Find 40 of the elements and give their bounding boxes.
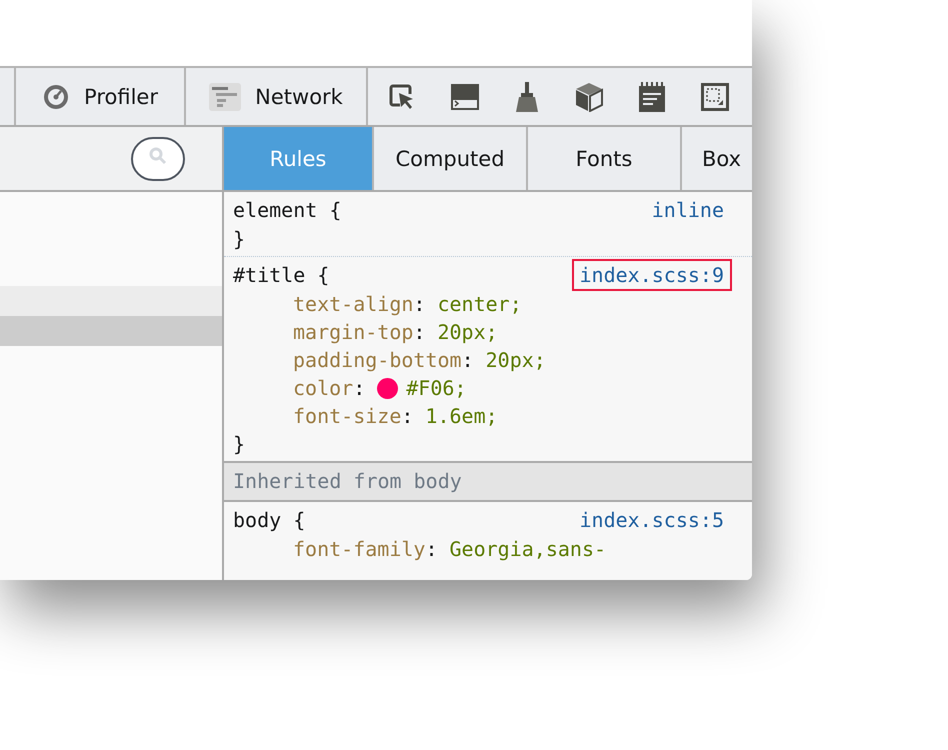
gauge-icon [42,82,70,110]
colon: : [462,347,474,374]
sidebar-tab[interactable]: Computed [374,127,528,190]
property-value: #F06; [406,375,466,402]
colon: : [401,403,414,430]
color-swatch[interactable] [377,378,398,398]
source-link[interactable]: index.scss:9 [572,259,732,291]
property-value: center; [437,291,522,318]
property-value: 20px; [437,319,498,346]
inherited-header: Inherited from body [224,461,752,502]
rule-selector: body { [233,507,306,534]
search-field[interactable] [131,136,185,180]
property-name: color [293,375,354,402]
cube-icon[interactable] [575,82,603,112]
property-value: 1.6em; [425,403,498,430]
colon: : [413,319,426,346]
property-name: text-align [293,291,414,318]
colon: : [425,536,438,563]
source-link[interactable]: index.scss:5 [572,504,732,536]
search-icon [148,146,168,166]
notepad-icon[interactable] [638,82,666,112]
property-name: padding-bottom [293,347,462,374]
sidebar-tab[interactable]: Fonts [528,127,682,190]
closing-brace: } [233,226,246,253]
rule-selector: #title { [233,262,330,289]
source-link[interactable]: inline [644,194,732,226]
property-name: margin-top [293,319,414,346]
colon: : [353,375,366,402]
colon: : [413,291,426,318]
property-value: 20px; [486,347,546,374]
waterfall-icon [209,82,242,110]
sidebar-tab[interactable]: Box [682,127,750,190]
rule-selector: element { [233,197,342,224]
property-value: Georgia,sans- [450,536,606,563]
frame-icon[interactable] [701,82,729,110]
property-name: font-family [293,536,426,563]
property-name: font-size [293,403,402,430]
closing-brace: } [233,431,246,458]
console-icon[interactable] [451,84,479,110]
broom-icon[interactable] [514,82,540,112]
